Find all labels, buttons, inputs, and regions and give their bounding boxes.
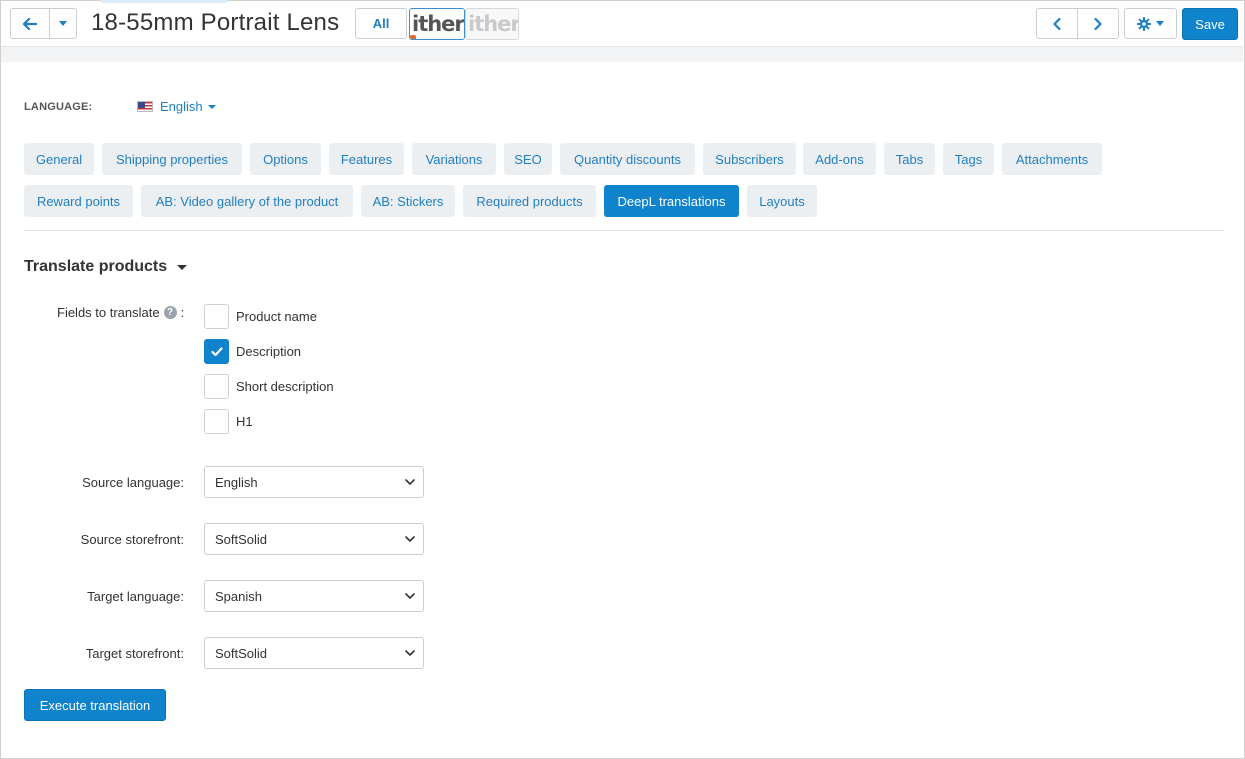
- storefront-logo-secondary[interactable]: ither: [465, 8, 519, 40]
- storefront-logo-selected[interactable]: ither: [409, 8, 465, 40]
- target-storefront-select[interactable]: SoftSolid: [204, 637, 424, 669]
- chevron-down-icon: [405, 536, 415, 543]
- target-language-select[interactable]: Spanish: [204, 580, 424, 612]
- toolbar-accent: [101, 0, 227, 3]
- chevron-left-icon: [1053, 17, 1061, 30]
- arrow-left-icon: [23, 17, 37, 30]
- back-button[interactable]: [10, 8, 50, 39]
- tab-video-gallery[interactable]: AB: Video gallery of the product: [141, 185, 353, 217]
- help-icon[interactable]: ?: [163, 306, 177, 319]
- back-history-dropdown[interactable]: [49, 8, 77, 39]
- tab-tabs[interactable]: Tabs: [884, 143, 935, 175]
- tab-features[interactable]: Features: [329, 143, 404, 175]
- caret-down-icon: [177, 264, 188, 270]
- section-title: Translate products: [24, 258, 168, 275]
- tab-subscribers[interactable]: Subscribers: [703, 143, 796, 175]
- tab-general[interactable]: General: [24, 143, 94, 175]
- tab-add-ons[interactable]: Add-ons: [803, 143, 876, 175]
- settings-dropdown-button[interactable]: [1124, 8, 1177, 39]
- storefront-logo-text: ither: [412, 12, 464, 36]
- source-storefront-value: SoftSolid: [215, 531, 268, 547]
- label-colon: :: [180, 305, 185, 320]
- chevron-right-icon: [1094, 17, 1102, 30]
- checkbox-label-short-description: Short description: [236, 379, 334, 394]
- next-product-button[interactable]: [1077, 8, 1119, 39]
- tab-layouts[interactable]: Layouts: [747, 185, 817, 217]
- language-value: English: [160, 99, 203, 114]
- target-language-label: Target language:: [87, 589, 184, 604]
- tabs-divider: [24, 230, 1224, 231]
- source-language-value: English: [215, 474, 258, 490]
- tab-required-products[interactable]: Required products: [463, 185, 596, 217]
- logo-mark: [410, 35, 416, 39]
- source-language-label: Source language:: [82, 475, 184, 490]
- save-button[interactable]: Save: [1182, 8, 1238, 40]
- fields-label-text: Fields to translate: [57, 305, 160, 320]
- language-selector[interactable]: English: [137, 99, 216, 114]
- chevron-down-icon: [405, 593, 415, 600]
- source-storefront-select[interactable]: SoftSolid: [204, 523, 424, 555]
- tab-seo[interactable]: SEO: [504, 143, 552, 175]
- tab-variations[interactable]: Variations: [412, 143, 496, 175]
- page-title: 18-55mm Portrait Lens: [91, 9, 340, 36]
- tab-stickers[interactable]: AB: Stickers: [361, 185, 455, 217]
- chevron-down-icon: [405, 650, 415, 657]
- tab-reward-points[interactable]: Reward points: [24, 185, 133, 217]
- checkbox-label-product-name: Product name: [236, 309, 317, 324]
- tab-deepl-translations[interactable]: DeepL translations: [604, 185, 739, 217]
- execute-translation-button[interactable]: Execute translation: [24, 689, 166, 721]
- checkbox-product-name[interactable]: [204, 304, 229, 329]
- translate-products-toggle[interactable]: Translate products: [24, 258, 188, 276]
- checkbox-label-description: Description: [236, 344, 302, 359]
- previous-product-button[interactable]: [1036, 8, 1078, 39]
- caret-down-icon: [207, 104, 216, 109]
- checkbox-label-h1: H1: [236, 414, 253, 429]
- checkbox-short-description[interactable]: [204, 374, 229, 399]
- chevron-down-icon: [405, 479, 415, 486]
- tab-attachments[interactable]: Attachments: [1002, 143, 1102, 175]
- checkbox-h1[interactable]: [204, 409, 229, 434]
- tab-tags[interactable]: Tags: [943, 143, 994, 175]
- checkmark-icon: [210, 346, 223, 356]
- language-label: LANGUAGE:: [24, 101, 93, 113]
- checkbox-description[interactable]: [204, 339, 229, 364]
- target-storefront-label: Target storefront:: [85, 646, 184, 661]
- target-storefront-value: SoftSolid: [215, 645, 268, 661]
- toolbar-shadow: [1, 46, 1243, 62]
- tab-shipping-properties[interactable]: Shipping properties: [102, 143, 242, 175]
- storefront-logo-text-secondary: ither: [468, 12, 519, 36]
- tab-options[interactable]: Options: [250, 143, 321, 175]
- gear-icon: [1137, 16, 1151, 31]
- all-storefronts-button[interactable]: All: [355, 8, 407, 39]
- caret-down-icon: [1156, 21, 1164, 26]
- source-storefront-label: Source storefront:: [80, 532, 184, 547]
- tab-quantity-discounts[interactable]: Quantity discounts: [560, 143, 695, 175]
- target-language-value: Spanish: [215, 588, 262, 604]
- fields-to-translate-label: Fields to translate ? :: [57, 305, 184, 320]
- source-language-select[interactable]: English: [204, 466, 424, 498]
- caret-down-icon: [59, 21, 67, 26]
- us-flag-icon: [137, 101, 153, 112]
